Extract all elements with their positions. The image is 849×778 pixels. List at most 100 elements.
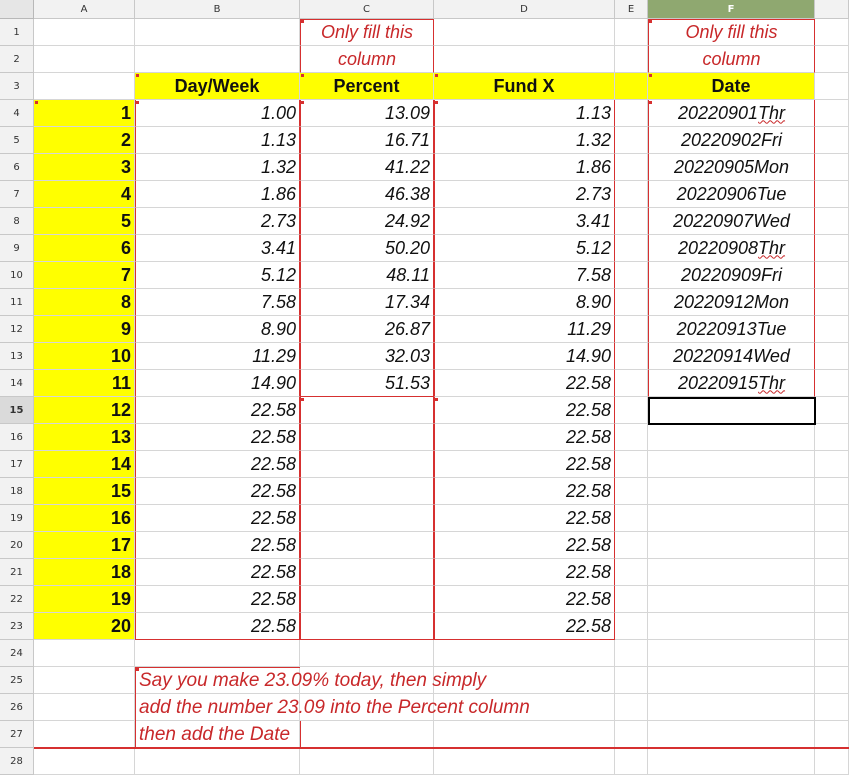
grid-cell[interactable] — [434, 19, 615, 46]
grid-cell[interactable] — [815, 208, 849, 235]
grid-cell[interactable] — [648, 748, 815, 775]
grid-cell[interactable] — [815, 46, 849, 73]
column-header-next[interactable] — [815, 0, 849, 19]
grid-cell[interactable] — [815, 694, 849, 721]
day-week-cell[interactable]: 9 — [34, 316, 135, 343]
fund-x-cell[interactable]: 1.32 — [434, 127, 615, 154]
col-b-cell[interactable]: 22.58 — [135, 451, 300, 478]
day-week-cell[interactable]: 15 — [34, 478, 135, 505]
grid-cell[interactable] — [615, 181, 648, 208]
grid-cell[interactable] — [648, 559, 815, 586]
grid-cell[interactable] — [135, 640, 300, 667]
row-header-10[interactable]: 10 — [0, 262, 34, 289]
grid-cell[interactable] — [815, 397, 849, 424]
grid-cell[interactable] — [615, 505, 648, 532]
grid-cell[interactable] — [648, 478, 815, 505]
day-week-cell[interactable]: 20 — [34, 613, 135, 640]
row-header-2[interactable]: 2 — [0, 46, 34, 73]
grid-cell[interactable] — [615, 640, 648, 667]
grid-cell[interactable] — [815, 478, 849, 505]
grid-cell[interactable] — [815, 127, 849, 154]
grid-cell[interactable] — [815, 370, 849, 397]
grid-cell[interactable] — [615, 19, 648, 46]
grid-cell[interactable] — [815, 613, 849, 640]
grid-cell[interactable] — [615, 208, 648, 235]
column-header-d[interactable]: D — [434, 0, 615, 19]
percent-cell[interactable]: 41.22 — [300, 154, 434, 181]
day-week-cell[interactable]: 6 — [34, 235, 135, 262]
grid-cell[interactable] — [615, 343, 648, 370]
grid-cell[interactable] — [815, 505, 849, 532]
date-cell[interactable]: 20220905 Mon — [648, 154, 815, 181]
grid-cell[interactable] — [615, 478, 648, 505]
grid-cell[interactable] — [815, 73, 849, 100]
grid-cell[interactable] — [648, 451, 815, 478]
grid-cell[interactable] — [615, 262, 648, 289]
fund-x-cell[interactable]: 5.12 — [434, 235, 615, 262]
day-week-cell[interactable]: 16 — [34, 505, 135, 532]
grid-cell[interactable] — [135, 19, 300, 46]
row-header-3[interactable]: 3 — [0, 73, 34, 100]
day-week-cell[interactable]: 14 — [34, 451, 135, 478]
percent-cell[interactable]: 48.11 — [300, 262, 434, 289]
percent-empty-cell[interactable] — [300, 532, 434, 559]
day-week-cell[interactable]: 18 — [34, 559, 135, 586]
grid-cell[interactable] — [648, 613, 815, 640]
row-header-15[interactable]: 15 — [0, 397, 34, 424]
note-line3[interactable]: then add the Date — [139, 721, 290, 748]
date-cell[interactable]: 20220913 Tue — [648, 316, 815, 343]
grid-cell[interactable] — [615, 586, 648, 613]
day-week-cell[interactable]: 3 — [34, 154, 135, 181]
percent-empty-cell[interactable] — [300, 397, 434, 424]
grid-cell[interactable] — [815, 532, 849, 559]
row-header-11[interactable]: 11 — [0, 289, 34, 316]
column-header-a[interactable]: A — [34, 0, 135, 19]
col-b-cell[interactable]: 1.00 — [135, 100, 300, 127]
grid-cell[interactable] — [615, 424, 648, 451]
row-header-25[interactable]: 25 — [0, 667, 34, 694]
grid-cell[interactable] — [815, 316, 849, 343]
grid-cell[interactable] — [815, 262, 849, 289]
day-week-cell[interactable]: 8 — [34, 289, 135, 316]
row-header-13[interactable]: 13 — [0, 343, 34, 370]
fund-x-cell[interactable]: 22.58 — [434, 505, 615, 532]
grid-cell[interactable] — [815, 235, 849, 262]
date-cell[interactable]: 20220912 Mon — [648, 289, 815, 316]
grid-cell[interactable] — [815, 667, 849, 694]
grid-cell[interactable] — [615, 46, 648, 73]
day-week-cell[interactable]: 2 — [34, 127, 135, 154]
c-instruction-line1[interactable]: Only fill this — [300, 19, 434, 46]
day-week-cell[interactable]: 19 — [34, 586, 135, 613]
date-cell[interactable]: 20220907 Wed — [648, 208, 815, 235]
date-cell[interactable]: 20220909 Fri — [648, 262, 815, 289]
percent-cell[interactable]: 46.38 — [300, 181, 434, 208]
row-header-20[interactable]: 20 — [0, 532, 34, 559]
grid-cell[interactable] — [615, 370, 648, 397]
col-b-cell[interactable]: 1.13 — [135, 127, 300, 154]
row-header-4[interactable]: 4 — [0, 100, 34, 127]
grid-cell[interactable] — [434, 721, 615, 748]
header-e-fill[interactable] — [615, 73, 648, 100]
fund-x-cell[interactable]: 1.86 — [434, 154, 615, 181]
f-instruction-line1[interactable]: Only fill this — [648, 19, 815, 46]
fund-x-cell[interactable]: 14.90 — [434, 343, 615, 370]
row-header-12[interactable]: 12 — [0, 316, 34, 343]
row-header-6[interactable]: 6 — [0, 154, 34, 181]
f-instruction-line2[interactable]: column — [648, 46, 815, 73]
grid-cell[interactable] — [815, 154, 849, 181]
row-header-5[interactable]: 5 — [0, 127, 34, 154]
row-header-9[interactable]: 9 — [0, 235, 34, 262]
grid-cell[interactable] — [815, 343, 849, 370]
grid-cell[interactable] — [648, 694, 815, 721]
column-header-b[interactable]: B — [135, 0, 300, 19]
col-b-cell[interactable]: 3.41 — [135, 235, 300, 262]
column-header-f[interactable]: F — [648, 0, 815, 19]
grid-cell[interactable] — [34, 667, 135, 694]
header-fund-x[interactable]: Fund X — [434, 73, 615, 100]
col-b-cell[interactable]: 22.58 — [135, 478, 300, 505]
grid-cell[interactable] — [815, 559, 849, 586]
c-instruction-line2[interactable]: column — [300, 46, 434, 73]
grid-cell[interactable] — [34, 721, 135, 748]
fund-x-cell[interactable]: 22.58 — [434, 424, 615, 451]
col-b-cell[interactable]: 22.58 — [135, 532, 300, 559]
